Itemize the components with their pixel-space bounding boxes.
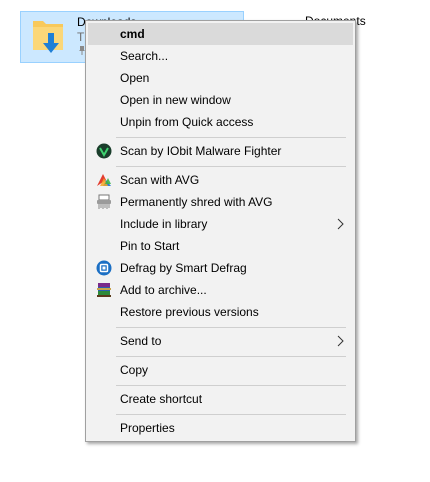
menu-separator <box>116 414 346 415</box>
iobit-malware-fighter-icon <box>96 143 112 159</box>
menu-item-label: Properties <box>120 421 175 435</box>
menu-item-restore-versions[interactable]: Restore previous versions <box>88 301 353 323</box>
menu-item-copy[interactable]: Copy <box>88 359 353 381</box>
menu-item-send-to[interactable]: Send to <box>88 330 353 352</box>
menu-item-label: Open in new window <box>120 93 231 107</box>
menu-item-unpin-quick-access[interactable]: Unpin from Quick access <box>88 111 353 133</box>
menu-item-iobit-scan[interactable]: Scan by IObit Malware Fighter <box>88 140 353 162</box>
menu-separator <box>116 356 346 357</box>
menu-item-create-shortcut[interactable]: Create shortcut <box>88 388 353 410</box>
menu-item-label: Defrag by Smart Defrag <box>120 261 247 275</box>
menu-item-cmd[interactable]: cmd <box>88 23 353 45</box>
menu-separator <box>116 137 346 138</box>
menu-item-include-library[interactable]: Include in library <box>88 213 353 235</box>
menu-item-properties[interactable]: Properties <box>88 417 353 439</box>
menu-item-label: Search... <box>120 49 169 63</box>
menu-item-label: Send to <box>120 334 162 348</box>
menu-item-open[interactable]: Open <box>88 67 353 89</box>
avg-icon <box>97 174 111 186</box>
menu-item-label: Scan by IObit Malware Fighter <box>120 144 282 158</box>
menu-item-label: Restore previous versions <box>120 305 259 319</box>
context-menu: cmd Search... Open Open in new window Un… <box>85 20 356 442</box>
menu-separator <box>116 166 346 167</box>
chevron-right-icon <box>337 335 344 347</box>
smart-defrag-icon <box>96 260 112 276</box>
menu-item-scan-avg[interactable]: Scan with AVG <box>88 169 353 191</box>
menu-item-open-new-window[interactable]: Open in new window <box>88 89 353 111</box>
winrar-icon <box>97 283 111 297</box>
menu-item-label: Add to archive... <box>120 283 207 297</box>
downloads-folder-icon <box>33 21 63 53</box>
menu-item-label: Create shortcut <box>120 392 203 406</box>
menu-separator <box>116 327 346 328</box>
menu-item-label: Copy <box>120 363 149 377</box>
menu-item-label: Include in library <box>120 217 208 231</box>
menu-item-shred-avg[interactable]: Permanently shred with AVG <box>88 191 353 213</box>
menu-item-smart-defrag[interactable]: Defrag by Smart Defrag <box>88 257 353 279</box>
menu-item-label: Permanently shred with AVG <box>120 195 273 209</box>
menu-item-search[interactable]: Search... <box>88 45 353 67</box>
menu-item-label: Scan with AVG <box>120 173 200 187</box>
menu-item-label: cmd <box>120 27 145 41</box>
menu-item-label: Unpin from Quick access <box>120 115 254 129</box>
menu-separator <box>116 385 346 386</box>
menu-item-label: Open <box>120 71 150 85</box>
menu-item-label: Pin to Start <box>120 239 180 253</box>
menu-item-pin-start[interactable]: Pin to Start <box>88 235 353 257</box>
menu-item-add-archive[interactable]: Add to archive... <box>88 279 353 301</box>
chevron-right-icon <box>337 218 344 230</box>
shredder-icon <box>97 194 111 209</box>
